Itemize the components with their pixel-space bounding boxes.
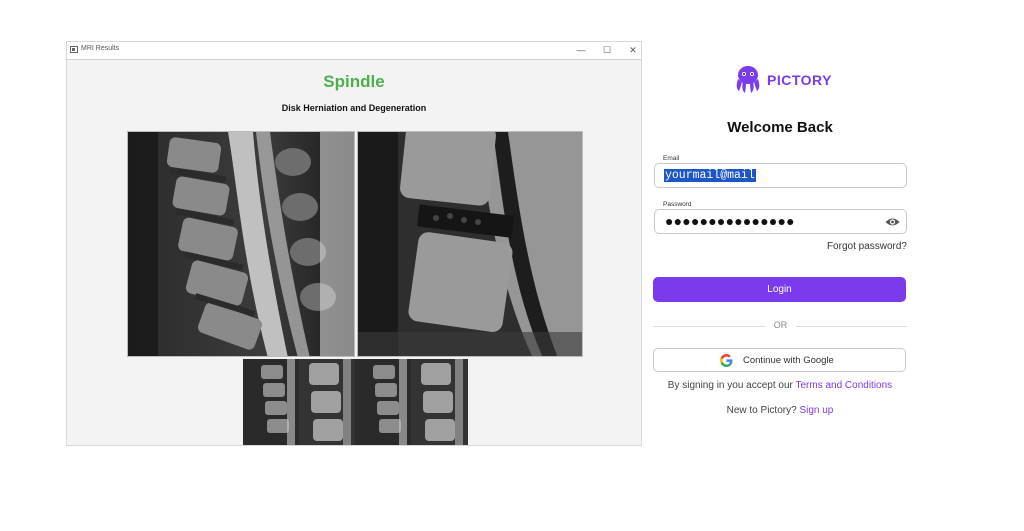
email-label: Email <box>661 155 682 162</box>
terms-prefix: By signing in you accept our <box>667 380 796 391</box>
maximize-button[interactable]: ☐ <box>600 43 614 57</box>
close-button[interactable]: ✕ <box>626 43 640 57</box>
pictory-logo: PICTORY <box>733 64 831 94</box>
window-title: MRI Results <box>81 45 120 52</box>
result-subheading: Disk Herniation and Degeneration <box>281 103 427 113</box>
forgot-password-link[interactable]: Forgot password? <box>700 241 907 252</box>
divider-right <box>796 326 907 327</box>
or-separator: OR <box>773 320 788 330</box>
password-value[interactable]: ●●●●●●●●●●●●●●● <box>665 213 795 229</box>
email-field[interactable]: yourmail@mail <box>654 163 907 188</box>
octopus-logo-icon <box>736 66 760 93</box>
password-field[interactable]: ●●●●●●●●●●●●●●● <box>654 209 907 234</box>
eye-icon[interactable] <box>885 217 900 227</box>
mri-scan-image-1 <box>127 131 355 357</box>
signup-prefix: New to Pictory? <box>726 405 800 416</box>
signup-prompt: New to Pictory? Sign up <box>653 405 907 416</box>
minimize-button[interactable]: — <box>574 43 588 57</box>
window-titlebar[interactable]: MRI Results — ☐ ✕ <box>67 42 641 60</box>
terms-link[interactable]: Terms and Conditions <box>795 380 892 391</box>
email-value[interactable]: yourmail@mail <box>664 169 756 182</box>
mri-thumbnail-strip <box>243 359 468 445</box>
continue-with-google-button[interactable]: Continue with Google <box>653 348 906 372</box>
result-heading: Spindle <box>323 72 385 91</box>
signup-link[interactable]: Sign up <box>799 405 833 416</box>
google-icon <box>720 354 733 367</box>
mri-scan-image-2 <box>357 131 583 357</box>
login-button[interactable]: Login <box>653 277 906 302</box>
terms-notice: By signing in you accept our Terms and C… <box>653 380 907 391</box>
app-icon <box>70 46 78 53</box>
password-label: Password <box>661 201 694 208</box>
google-button-label: Continue with Google <box>743 355 834 366</box>
divider-left <box>653 326 765 327</box>
mri-results-window: MRI Results — ☐ ✕ Spindle Disk Herniatio… <box>66 41 642 446</box>
welcome-heading: Welcome Back <box>727 119 833 136</box>
brand-name: PICTORY <box>767 72 832 88</box>
